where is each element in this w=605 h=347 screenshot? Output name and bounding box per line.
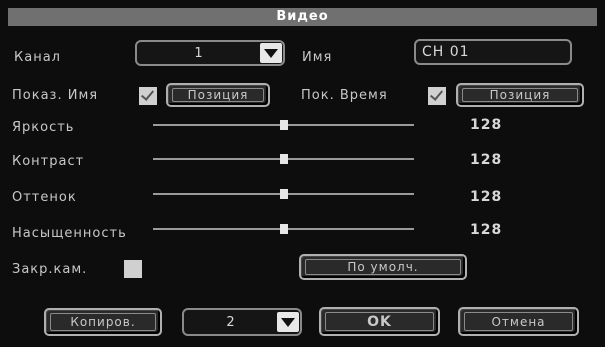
- brightness-label: Яркость: [12, 120, 75, 135]
- show-time-checkbox[interactable]: [428, 87, 446, 105]
- contrast-slider-handle[interactable]: [279, 154, 288, 164]
- show-name-label: Показ. Имя: [12, 88, 99, 103]
- mask-checkbox[interactable]: [124, 260, 142, 278]
- brightness-slider-handle[interactable]: [279, 120, 288, 130]
- channel-select[interactable]: 1: [135, 40, 285, 66]
- chevron-down-icon[interactable]: [260, 43, 282, 63]
- hue-slider[interactable]: [153, 189, 414, 199]
- contrast-slider[interactable]: [153, 154, 414, 164]
- saturation-slider[interactable]: [153, 224, 414, 234]
- dialog-title: Видео: [8, 8, 597, 26]
- show-time-position-button[interactable]: Позиция: [456, 83, 584, 107]
- saturation-slider-handle[interactable]: [279, 224, 288, 234]
- mask-label: Закр.кам.: [12, 262, 88, 277]
- show-time-position-label: Позиция: [489, 88, 551, 102]
- ok-button[interactable]: OK: [319, 307, 440, 336]
- hue-slider-handle[interactable]: [279, 189, 288, 199]
- ok-button-label: OK: [367, 313, 392, 330]
- name-value: CH 01: [422, 44, 470, 60]
- cancel-button-label: Отмена: [491, 314, 546, 329]
- copy-button-label: Копиров.: [70, 315, 136, 329]
- channel-label: Канал: [14, 50, 61, 65]
- brightness-slider[interactable]: [153, 120, 414, 130]
- copy-target-value: 2: [226, 315, 236, 330]
- chevron-down-icon[interactable]: [277, 312, 299, 332]
- name-label: Имя: [302, 50, 333, 65]
- default-button-label: По умолч.: [347, 260, 419, 274]
- hue-value: 128: [470, 189, 503, 205]
- show-name-position-button[interactable]: Позиция: [166, 83, 270, 107]
- show-name-position-label: Позиция: [187, 88, 249, 102]
- brightness-value: 128: [470, 117, 503, 133]
- contrast-label: Контраст: [12, 154, 85, 169]
- name-input[interactable]: CH 01: [414, 39, 572, 65]
- show-name-checkbox[interactable]: [139, 87, 157, 105]
- saturation-value: 128: [470, 222, 503, 238]
- cancel-button[interactable]: Отмена: [458, 307, 579, 336]
- hue-label: Оттенок: [12, 190, 77, 205]
- saturation-label: Насыщенность: [12, 226, 127, 241]
- copy-target-select[interactable]: 2: [182, 308, 302, 336]
- video-settings-dialog: Видео Канал 1 Имя CH 01 Показ. Имя Позиц…: [0, 0, 605, 347]
- contrast-value: 128: [470, 152, 503, 168]
- channel-value: 1: [194, 46, 204, 61]
- default-button[interactable]: По умолч.: [299, 254, 467, 280]
- copy-button[interactable]: Копиров.: [44, 308, 162, 336]
- show-time-label: Пок. Время: [301, 88, 388, 103]
